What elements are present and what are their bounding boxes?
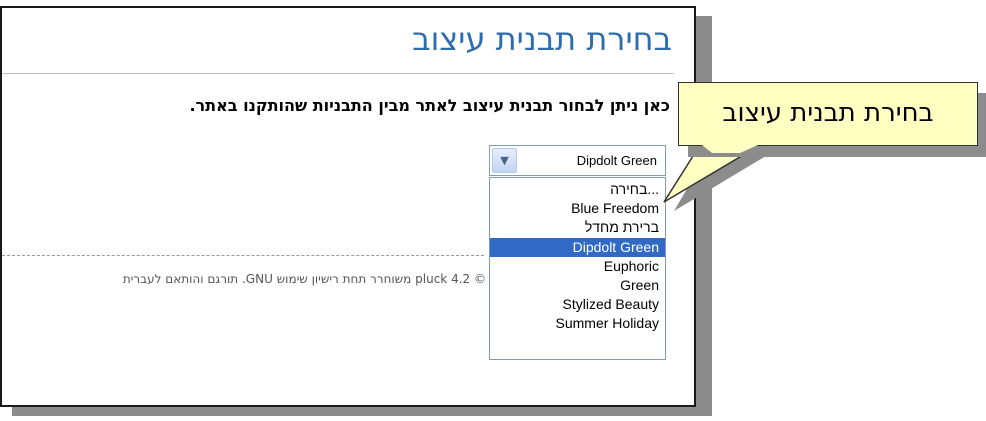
theme-options-list[interactable]: בחירה... Blue Freedom ברירת מחדל Dipdolt… <box>489 177 666 360</box>
callout-label: בחירת תבנית עיצוב <box>722 98 934 128</box>
page-title: בחירת תבנית עיצוב <box>412 20 672 58</box>
theme-option-selected[interactable]: Dipdolt Green <box>490 237 665 257</box>
footer-text: © pluck 4.2 משוחרר תחת רישיון שימוש GNU.… <box>122 272 486 286</box>
footer-divider <box>2 255 484 256</box>
chevron-down-icon[interactable]: ▼ <box>492 148 517 173</box>
theme-option[interactable]: Stylized Beauty <box>490 295 665 314</box>
theme-option[interactable]: Summer Holiday <box>490 314 665 333</box>
theme-option[interactable]: Euphoric <box>490 257 665 276</box>
theme-option[interactable]: בחירה... <box>490 180 665 199</box>
theme-option[interactable]: ברירת מחדל <box>490 218 665 237</box>
theme-select-value: Dipdolt Green <box>576 153 657 168</box>
theme-option[interactable]: Green <box>490 276 665 295</box>
theme-option[interactable]: Blue Freedom <box>490 199 665 218</box>
title-divider <box>2 73 674 74</box>
theme-select[interactable]: ▼ Dipdolt Green <box>489 145 666 176</box>
page-description: כאן ניתן לבחור תבנית עיצוב לאתר מבין התב… <box>189 96 670 115</box>
